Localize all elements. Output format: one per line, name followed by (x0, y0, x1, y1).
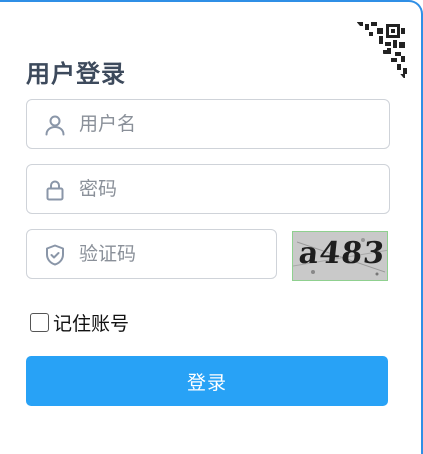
remember-checkbox[interactable] (30, 312, 49, 332)
login-button[interactable]: 登录 (26, 356, 388, 406)
page-title: 用户登录 (26, 60, 126, 88)
username-input[interactable] (79, 100, 379, 148)
shield-check-icon (46, 244, 64, 266)
captcha-field[interactable] (26, 229, 277, 279)
remember-label: 记住账号 (53, 312, 130, 335)
captcha-image[interactable]: a483 (292, 231, 388, 281)
password-input[interactable] (79, 165, 379, 213)
lock-icon (46, 180, 64, 201)
password-field[interactable] (26, 164, 390, 214)
user-icon (45, 115, 65, 136)
qr-code-icon[interactable] (355, 20, 407, 82)
captcha-input[interactable] (79, 230, 269, 278)
login-card: 用户登录 a483 记住账号 登录 (0, 0, 423, 454)
captcha-text: a483 (297, 236, 387, 271)
remember-account[interactable]: 记住账号 (30, 310, 130, 335)
username-field[interactable] (26, 99, 390, 149)
